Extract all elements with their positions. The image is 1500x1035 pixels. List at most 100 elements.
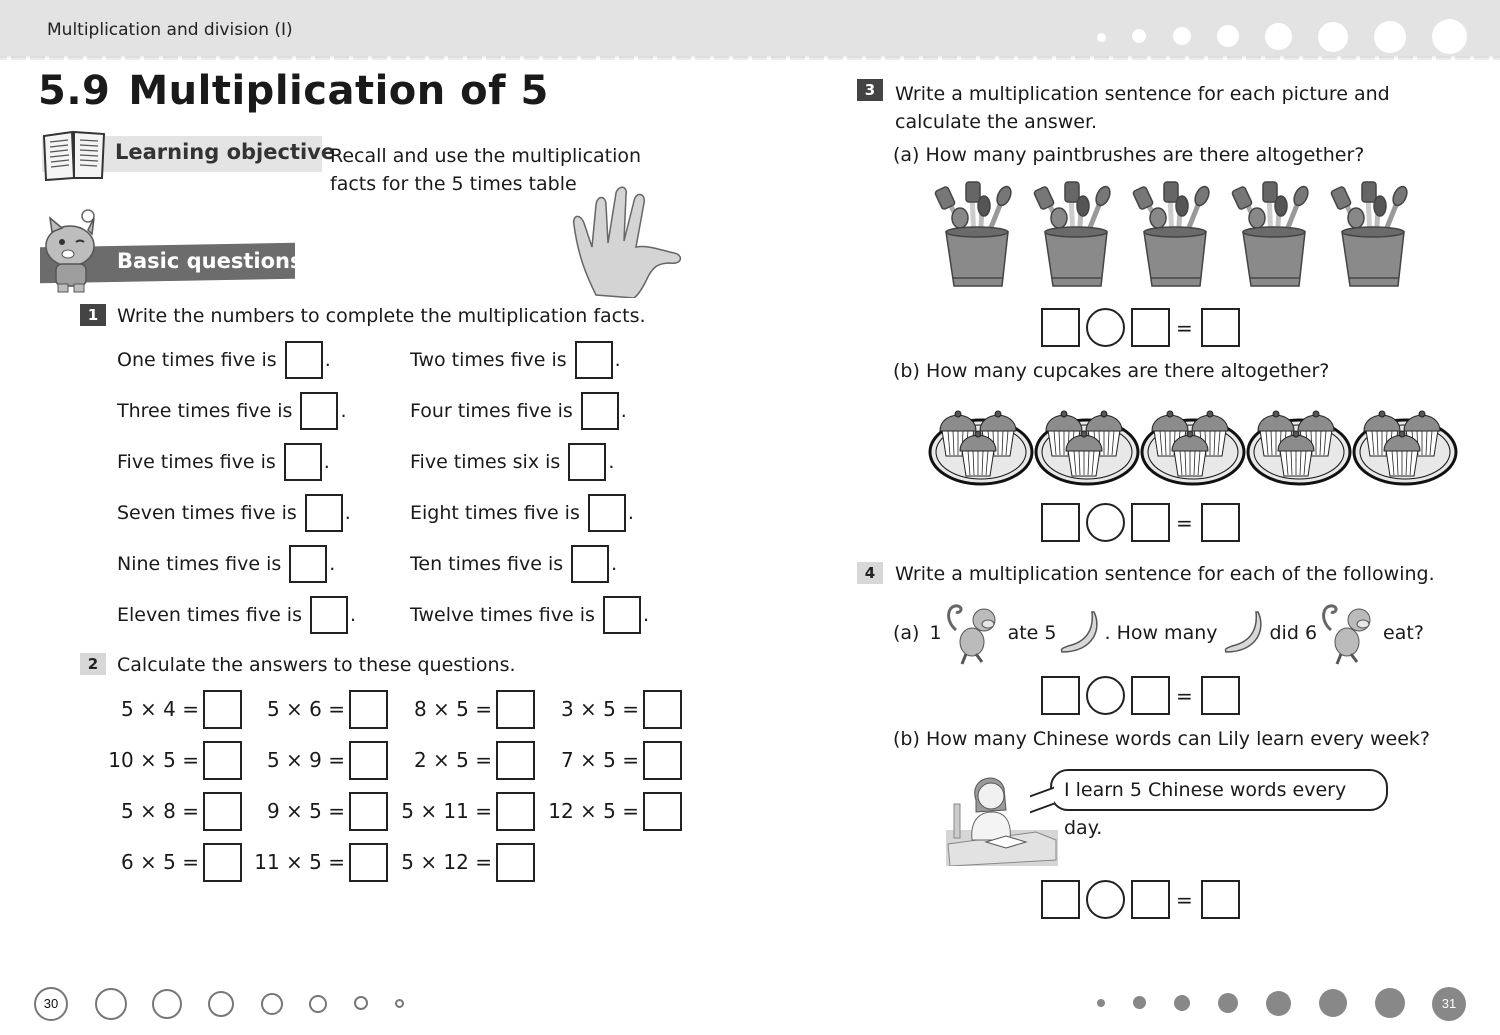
answer-box[interactable]	[496, 842, 535, 882]
answer-box[interactable]	[1200, 880, 1240, 919]
q3-instruction: Write a multiplication sentence for each…	[895, 83, 1390, 133]
answer-box[interactable]	[1041, 503, 1080, 542]
answer-box[interactable]	[1131, 880, 1170, 919]
calc-item: 5 × 11 =	[393, 791, 535, 831]
answer-box[interactable]	[203, 842, 242, 882]
answer-box[interactable]	[349, 689, 388, 729]
part-label: (b)	[893, 728, 920, 750]
period: .	[611, 553, 618, 575]
answer-box[interactable]	[587, 494, 626, 532]
cupcake-pictures	[928, 400, 1458, 486]
part-question: How many Chinese words can Lily learn ev…	[925, 728, 1430, 750]
answer-box[interactable]	[349, 842, 388, 882]
monkey-icon	[1322, 604, 1371, 665]
answer-box[interactable]	[496, 791, 535, 831]
fact-text: Two times five is	[410, 349, 567, 371]
banana-icon	[1061, 611, 1099, 653]
basic-questions-label: Basic questions	[117, 249, 303, 273]
calc-item: 10 × 5 =	[100, 740, 242, 780]
answer-box[interactable]	[496, 740, 535, 780]
part-label: (b)	[893, 360, 920, 382]
operator-circle[interactable]	[1086, 676, 1125, 715]
fact-item: Eleven times five is.	[117, 596, 356, 634]
answer-box[interactable]	[568, 443, 607, 481]
operator-circle[interactable]	[1086, 503, 1125, 542]
section-title: Multiplication of 5	[128, 68, 549, 114]
period: .	[329, 553, 336, 575]
answer-box[interactable]	[643, 791, 682, 831]
cupcake-plate-icon	[928, 410, 1034, 486]
answer-box[interactable]	[571, 545, 610, 583]
calc-expression: 2 × 5 =	[413, 748, 492, 772]
equals-sign: =	[1176, 510, 1193, 535]
decor-dot	[152, 989, 182, 1019]
q3b-question: (b) How many cupcakes are there altogeth…	[893, 360, 1329, 382]
cupcake-plate-icon	[1140, 410, 1246, 486]
page-number-right: 31	[1432, 987, 1466, 1021]
answer-box[interactable]	[1131, 676, 1170, 715]
answer-box[interactable]	[580, 392, 619, 430]
answer-box[interactable]	[289, 545, 328, 583]
paintbrush-cup-icon	[934, 181, 1012, 287]
question-number-badge: 1	[80, 304, 106, 326]
answer-box[interactable]	[643, 689, 682, 729]
decor-dot	[1174, 995, 1190, 1011]
answer-box[interactable]	[203, 740, 242, 780]
q4-instruction: Write a multiplication sentence for each…	[895, 563, 1435, 585]
fact-text: Ten times five is	[410, 553, 564, 575]
paintbrush-cup-icon	[1330, 181, 1408, 287]
answer-box[interactable]	[602, 596, 641, 634]
fact-text: Five times five is	[117, 451, 276, 473]
answer-box[interactable]	[349, 740, 388, 780]
book-icon	[42, 130, 106, 182]
calc-expression: 11 × 5 =	[254, 850, 345, 874]
answer-box[interactable]	[284, 341, 323, 379]
period: .	[614, 349, 621, 371]
calc-item: 6 × 5 =	[100, 842, 242, 882]
multiplication-sentence: =	[1041, 308, 1240, 347]
fact-item: Five times six is.	[410, 443, 614, 481]
decor-dot	[1132, 29, 1146, 43]
decor-dot	[261, 993, 283, 1015]
fact-item: Three times five is.	[117, 392, 347, 430]
fact-text: Eleven times five is	[117, 604, 302, 626]
answer-box[interactable]	[643, 740, 682, 780]
question-number-badge: 4	[857, 562, 883, 584]
period: .	[608, 451, 615, 473]
equals-sign: =	[1176, 887, 1193, 912]
answer-box[interactable]	[1200, 676, 1240, 715]
calc-expression: 6 × 5 =	[120, 850, 199, 874]
decor-dot	[1432, 19, 1467, 54]
answer-box[interactable]	[283, 443, 322, 481]
calc-item: 7 × 5 =	[540, 740, 682, 780]
decor-dot	[95, 988, 127, 1020]
question-number-badge: 2	[80, 653, 106, 675]
answer-box[interactable]	[496, 689, 535, 729]
decor-dot	[354, 996, 368, 1010]
decor-dot	[1173, 27, 1191, 45]
answer-box[interactable]	[304, 494, 343, 532]
paintbrush-pictures	[928, 180, 1423, 292]
answer-box[interactable]	[1200, 503, 1240, 542]
answer-box[interactable]	[1131, 503, 1170, 542]
answer-box[interactable]	[203, 791, 242, 831]
decor-dot	[1265, 23, 1292, 50]
calc-expression: 5 × 4 =	[120, 697, 199, 721]
period: .	[642, 604, 649, 626]
period: .	[344, 502, 351, 524]
operator-circle[interactable]	[1086, 880, 1125, 919]
answer-box[interactable]	[349, 791, 388, 831]
hand-five-fingers-icon	[572, 186, 682, 298]
answer-box[interactable]	[1041, 308, 1080, 347]
answer-box[interactable]	[1041, 880, 1080, 919]
answer-box[interactable]	[309, 596, 348, 634]
answer-box[interactable]	[203, 689, 242, 729]
operator-circle[interactable]	[1086, 308, 1125, 347]
answer-box[interactable]	[1131, 308, 1170, 347]
fact-item: Two times five is.	[410, 341, 621, 379]
answer-box[interactable]	[300, 392, 339, 430]
answer-box[interactable]	[574, 341, 613, 379]
answer-box[interactable]	[1041, 676, 1080, 715]
girl-reading-icon	[946, 777, 1058, 866]
answer-box[interactable]	[1200, 308, 1240, 347]
